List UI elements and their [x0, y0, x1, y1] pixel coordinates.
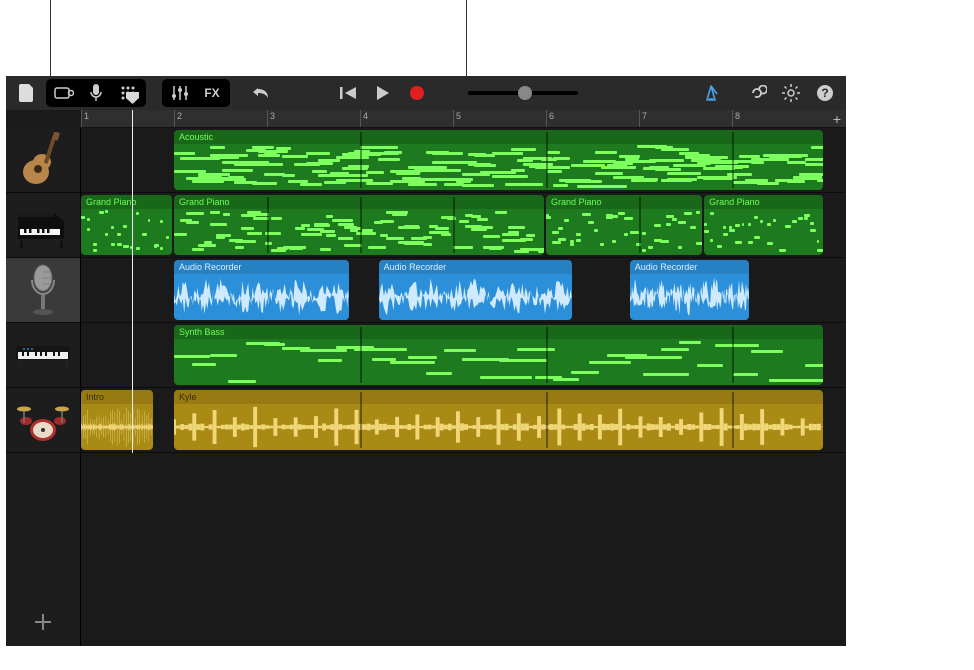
tracks-view-button[interactable]: [48, 81, 80, 105]
toolbar: FX ?: [6, 76, 846, 110]
region[interactable]: Grand Piano: [174, 195, 544, 255]
garageband-app: FX ?: [6, 76, 846, 646]
region[interactable]: Grand Piano: [546, 195, 702, 255]
region[interactable]: Audio Recorder: [630, 260, 749, 320]
ruler-bar-number: 5: [456, 111, 461, 121]
live-loops-button[interactable]: [112, 81, 144, 105]
ruler-bar-number: 6: [549, 111, 554, 121]
track-row: Intro Kyle: [81, 388, 846, 453]
metronome-button[interactable]: [696, 80, 726, 106]
region-label: Grand Piano: [174, 195, 544, 209]
region-label: Audio Recorder: [379, 260, 572, 274]
rewind-button[interactable]: [334, 80, 364, 106]
region[interactable]: Acoustic: [174, 130, 823, 190]
region-label: Acoustic: [174, 130, 823, 144]
ruler-bar-number: 3: [270, 111, 275, 121]
region-label: Grand Piano: [704, 195, 823, 209]
main-area: AcousticGrand PianoGrand PianoGrand Pian…: [6, 128, 846, 646]
svg-text:?: ?: [821, 86, 828, 100]
region[interactable]: Synth Bass: [174, 325, 823, 385]
track-controls-button[interactable]: [164, 81, 196, 105]
help-button[interactable]: ?: [810, 80, 840, 106]
ruler-bar-number: 2: [177, 111, 182, 121]
region[interactable]: Kyle: [174, 390, 823, 450]
guitar-track-header[interactable]: [6, 128, 80, 193]
region[interactable]: Intro: [81, 390, 153, 450]
piano-icon: [14, 201, 72, 249]
audio-recorder-button[interactable]: [80, 81, 112, 105]
region-label: Grand Piano: [81, 195, 172, 209]
piano-track-header[interactable]: [6, 193, 80, 258]
ruler-bar-number: 4: [363, 111, 368, 121]
track-row: Acoustic: [81, 128, 846, 193]
synth-track-header[interactable]: [6, 323, 80, 388]
master-volume-slider[interactable]: [468, 91, 578, 95]
track-header-sidebar: [6, 128, 81, 646]
fx-button[interactable]: FX: [196, 81, 228, 105]
ruler-bar-number: 7: [642, 111, 647, 121]
time-ruler[interactable]: + 1 2 3 4 5 6 7 8: [81, 110, 846, 128]
keyboard-icon: [14, 340, 72, 370]
mic-track-header[interactable]: [6, 258, 80, 323]
region-label: Grand Piano: [546, 195, 702, 209]
region-label: Audio Recorder: [174, 260, 349, 274]
drums-icon: [14, 397, 72, 443]
guitar-icon: [18, 132, 68, 188]
controls-group: FX: [162, 79, 230, 107]
region[interactable]: Audio Recorder: [379, 260, 572, 320]
ruler-bar-number: 8: [735, 111, 740, 121]
add-section-button[interactable]: +: [830, 111, 844, 127]
region[interactable]: Grand Piano: [81, 195, 172, 255]
tracks-area[interactable]: AcousticGrand PianoGrand PianoGrand Pian…: [81, 128, 846, 646]
region-label: Audio Recorder: [630, 260, 749, 274]
track-row: Synth Bass: [81, 323, 846, 388]
add-track-button[interactable]: [6, 598, 80, 646]
undo-button[interactable]: [246, 80, 276, 106]
settings-button[interactable]: [776, 80, 806, 106]
volume-thumb[interactable]: [518, 86, 532, 100]
track-row: Audio Recorder Audio Recorder Audio Record…: [81, 258, 846, 323]
record-button[interactable]: [402, 80, 432, 106]
ruler-bar-number: 1: [84, 111, 89, 121]
track-row: Grand PianoGrand PianoGrand PianoGrand P…: [81, 193, 846, 258]
region-label: Kyle: [174, 390, 823, 404]
my-songs-button[interactable]: [12, 80, 42, 106]
loop-button[interactable]: [742, 80, 772, 106]
play-button[interactable]: [368, 80, 398, 106]
region-label: Synth Bass: [174, 325, 823, 339]
region-label: Intro: [81, 390, 153, 404]
region[interactable]: Audio Recorder: [174, 260, 349, 320]
region[interactable]: Grand Piano: [704, 195, 823, 255]
record-icon: [410, 86, 424, 100]
studio-mic-icon: [23, 262, 63, 318]
drums-track-header[interactable]: [6, 388, 80, 453]
view-switcher: [46, 79, 146, 107]
